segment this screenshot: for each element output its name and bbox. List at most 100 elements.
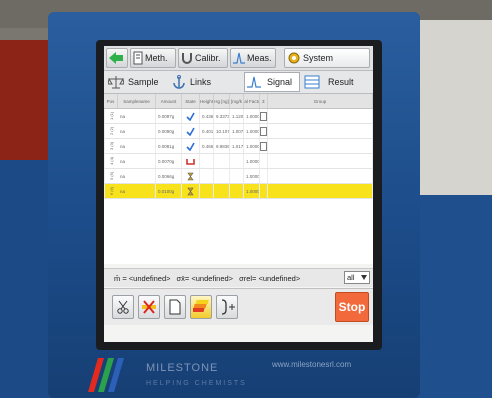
tab-sample[interactable]: Sample	[106, 72, 166, 92]
table-cell-pos: 3 (3)	[104, 139, 118, 153]
hourglass-icon	[187, 172, 194, 180]
table-cell-pos: 2 (2)	[104, 124, 118, 138]
column-header[interactable]: Cal Factor	[244, 94, 260, 108]
tab-result[interactable]: Result	[302, 72, 370, 92]
column-header[interactable]: Samplename	[118, 94, 156, 108]
column-header[interactable]: [mg/k	[230, 94, 244, 108]
result-table-icon	[304, 75, 320, 89]
table-cell-pos: 5 (5)	[104, 169, 118, 183]
stack-button[interactable]	[190, 295, 212, 319]
chevron-down-icon	[361, 275, 367, 280]
column-header[interactable]: Height	[200, 94, 214, 108]
table-cell-name: na	[118, 169, 156, 183]
table-row[interactable]: 5 (5) na 0.0066g 1.0000	[104, 169, 373, 184]
table-cell-height: 0.4017	[200, 124, 214, 138]
table-cell-group	[268, 139, 373, 153]
table-cell-height: 0.4664	[200, 139, 214, 153]
column-header[interactable]: Pos	[104, 94, 118, 108]
table-cell-name: na	[118, 124, 156, 138]
tab-sample-label: Sample	[128, 77, 159, 87]
table-cell-hg: 9.9836	[214, 139, 230, 153]
tab-calibr-label: Calibr.	[195, 53, 221, 63]
sigma-checkbox-cell	[260, 109, 268, 123]
table-cell-cal: 1.0000	[244, 154, 260, 168]
anchor-icon	[173, 75, 185, 89]
bracket-plus-icon	[221, 299, 235, 315]
sigma-value: σx̄= <undefined>	[176, 273, 234, 283]
table-cell-cal: 1.0000	[244, 184, 260, 198]
peak-signal-icon	[247, 76, 261, 88]
table-cell-hg	[214, 154, 230, 168]
state-cell	[182, 184, 200, 198]
tab-calibr[interactable]: Calibr.	[178, 48, 228, 68]
table-cell-conc: 1.0170	[230, 139, 244, 153]
table-cell-conc: 1.1206	[230, 109, 244, 123]
arrow-left-icon	[109, 52, 123, 64]
table-cell-conc	[230, 169, 244, 183]
table-row[interactable]: 6 (6) na 0.0100g 1.0000	[104, 184, 373, 199]
table-cell-height	[200, 169, 214, 183]
column-header[interactable]: Hg [ng]	[214, 94, 230, 108]
tab-meth[interactable]: Meth.	[130, 48, 176, 68]
table-cell-amount: 0.0097g	[156, 109, 182, 123]
table-cell-amount: 0.0090g	[156, 124, 182, 138]
add-bracket-button[interactable]	[216, 295, 238, 319]
stacked-sheets-icon	[193, 300, 209, 312]
tab-result-label: Result	[328, 77, 354, 87]
tab-system[interactable]: System	[284, 48, 370, 68]
cut-button[interactable]	[112, 295, 134, 319]
table-cell-pos: 6 (6)	[104, 184, 118, 198]
table-cell-pos: 4 (4)	[104, 154, 118, 168]
sigma-checkbox[interactable]	[260, 126, 267, 136]
table-cell-amount: 0.0081g	[156, 139, 182, 153]
document-icon	[133, 51, 143, 65]
balance-scale-icon	[108, 76, 124, 89]
state-cell	[182, 169, 200, 183]
sample-boat-icon	[186, 158, 195, 165]
table-cell-group	[268, 169, 373, 183]
table-row[interactable]: 3 (3)na0.0081g 0.46649.98361.01701.0000	[104, 139, 373, 154]
tab-links[interactable]: Links	[170, 72, 226, 92]
column-header[interactable]: State	[182, 94, 200, 108]
sigma-checkbox-cell	[260, 139, 268, 153]
table-header: Pos Samplename Amount State Height Hg [ng] [mg…	[104, 94, 373, 109]
peak-signal-icon	[233, 52, 245, 64]
table-cell-hg	[214, 169, 230, 183]
table-body: 1 (1)na0.0097g0.43609.33731.12061.00002 …	[104, 109, 373, 199]
column-header[interactable]: Σ	[260, 94, 268, 108]
main-toolbar: Meth. Calibr. Meas. System	[104, 46, 373, 71]
checkmark-icon	[186, 112, 195, 121]
tab-signal-label: Signal	[267, 77, 293, 87]
gear-icon	[288, 52, 300, 64]
back-button[interactable]	[106, 48, 128, 68]
brand-url: www.milestonesrl.com	[272, 360, 352, 369]
table-cell-hg	[214, 184, 230, 198]
filter-select[interactable]: all	[344, 271, 370, 284]
column-header[interactable]: Amount	[156, 94, 182, 108]
table-row[interactable]: 1 (1)na0.0097g 0.43609.33731.12061.0000	[104, 109, 373, 124]
new-button[interactable]	[164, 295, 186, 319]
checkmark-icon	[186, 142, 195, 151]
touch-screen: Meth. Calibr. Meas. System Sample Links …	[104, 46, 373, 342]
state-cell	[182, 109, 200, 123]
table-cell-group	[268, 184, 373, 198]
table-cell-conc	[230, 184, 244, 198]
column-header[interactable]: Group	[268, 94, 373, 108]
tab-meas[interactable]: Meas.	[230, 48, 276, 68]
state-cell	[182, 154, 200, 168]
view-toolbar: Sample Links Signal Result	[104, 71, 373, 94]
table-cell-name: na	[118, 139, 156, 153]
sigma-checkbox[interactable]	[260, 141, 267, 151]
statistics-bar: m̄ = <undefined> σx̄= <undefined> σrel= …	[104, 268, 373, 287]
table-cell-group	[268, 124, 373, 138]
sigma-checkbox-cell	[260, 154, 268, 168]
table-row[interactable]: 2 (2)na0.0090g 0.401710.10751.00791.0000	[104, 124, 373, 139]
tab-signal[interactable]: Signal	[244, 72, 300, 92]
brand-tagline: HELPING CHEMISTS	[146, 380, 247, 387]
tab-meth-label: Meth.	[145, 53, 168, 63]
sigma-checkbox[interactable]	[260, 111, 267, 121]
table-row[interactable]: 4 (4) na 0.0070g 1.0000	[104, 154, 373, 169]
stop-button[interactable]: Stop	[335, 292, 369, 322]
table-cell-cal: 1.0000	[244, 139, 260, 153]
delete-button[interactable]	[138, 295, 160, 319]
